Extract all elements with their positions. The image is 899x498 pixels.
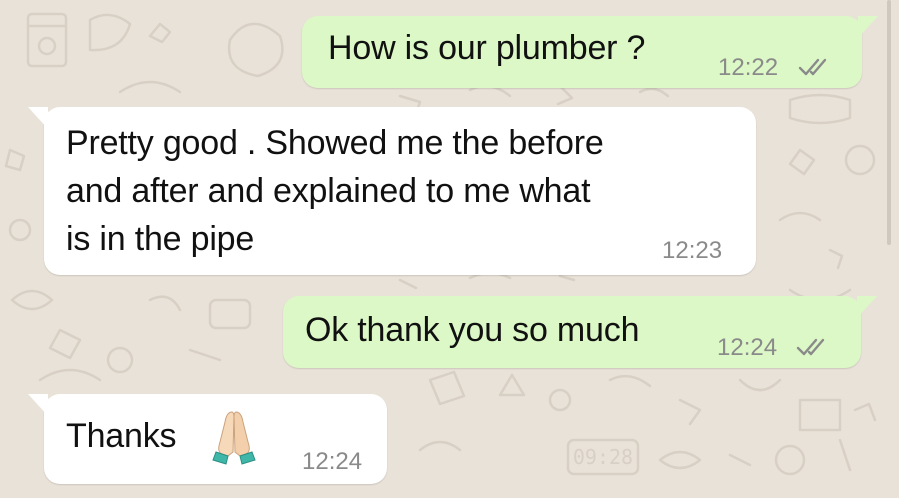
- svg-text:09:28: 09:28: [573, 445, 633, 469]
- outgoing-message[interactable]: Ok thank you so much 12:24: [283, 296, 877, 368]
- message-text: Pretty good . Showed me the before and a…: [66, 119, 604, 263]
- incoming-message[interactable]: Thanks 12:24: [28, 394, 387, 484]
- read-receipt-double-check-icon: [796, 338, 825, 356]
- incoming-message[interactable]: Pretty good . Showed me the before and a…: [28, 107, 756, 275]
- message-text: How is our plumber ?: [328, 29, 646, 67]
- message-line: is in the pipe: [66, 220, 255, 258]
- message-timestamp: 12:24: [302, 448, 363, 475]
- message-timestamp: 12:22: [718, 54, 779, 81]
- folded-hands-emoji-icon: [212, 411, 256, 465]
- message-timestamp: 12:23: [662, 237, 723, 264]
- message-line: and after and explained to me what: [66, 172, 591, 210]
- outgoing-message[interactable]: How is our plumber ? 12:22: [302, 16, 878, 88]
- read-receipt-double-check-icon: [798, 58, 827, 76]
- message-text: Thanks: [66, 417, 177, 455]
- scrollbar[interactable]: [887, 0, 891, 245]
- message-text: Ok thank you so much: [305, 311, 640, 349]
- message-timestamp: 12:24: [717, 334, 778, 361]
- message-line: Pretty good . Showed me the before: [66, 124, 604, 162]
